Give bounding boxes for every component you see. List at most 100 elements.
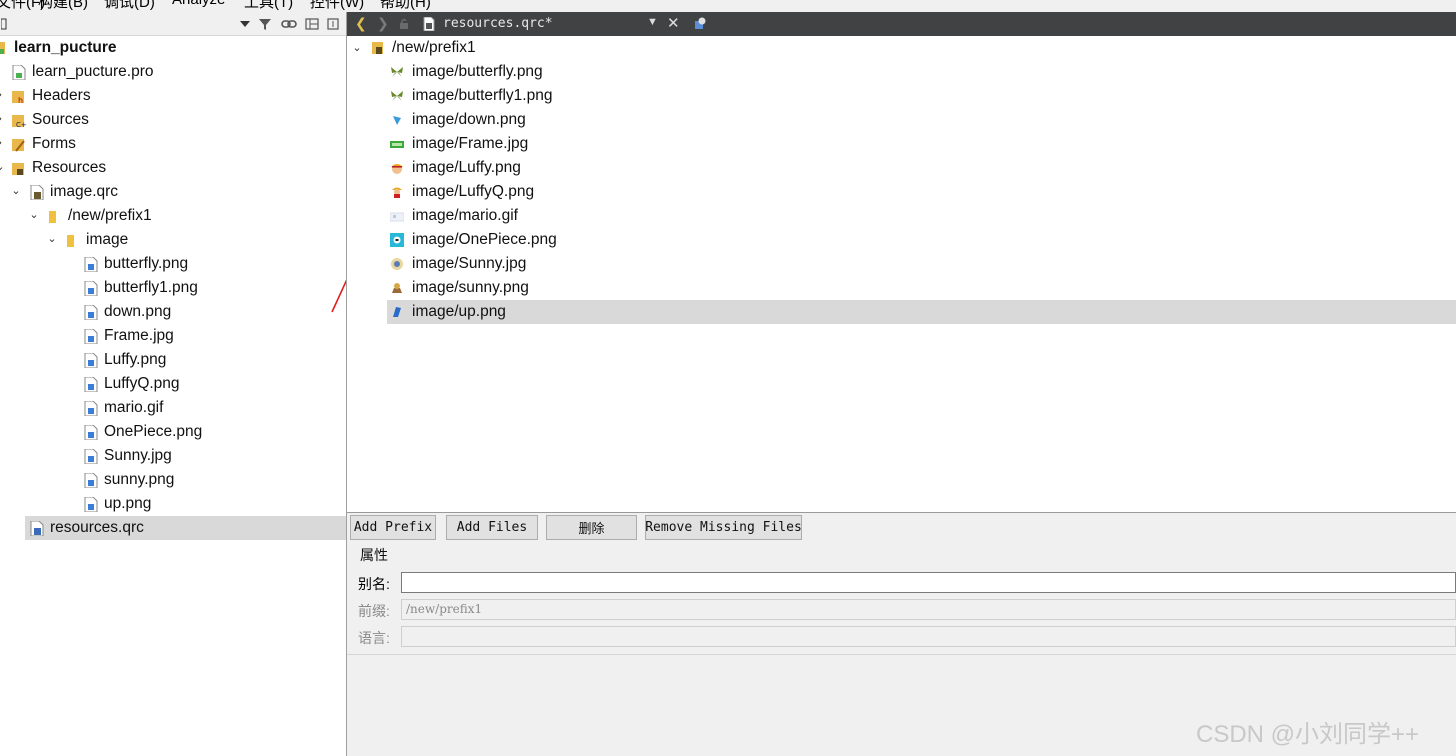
sunny-thumbnail-icon bbox=[390, 281, 404, 295]
close-icon[interactable]: ✕ bbox=[667, 14, 680, 32]
dropdown-icon[interactable]: ▼ bbox=[647, 16, 658, 28]
expand-arrow-icon[interactable]: › bbox=[0, 89, 6, 101]
menu-bar: 文件(F) 构建(B) 调试(D) Analyze 工具(T) 控件(W) 帮助… bbox=[0, 0, 1456, 12]
tree-item-file[interactable]: butterfly1.png bbox=[0, 276, 346, 300]
expand-arrow-icon[interactable]: › bbox=[0, 137, 6, 149]
tree-item-label: OnePiece.png bbox=[104, 423, 203, 440]
project-pane-toolbar bbox=[0, 12, 346, 36]
pane-menu-icon[interactable] bbox=[0, 16, 8, 32]
tree-item-file[interactable]: down.png bbox=[0, 300, 346, 324]
collapse-arrow-icon[interactable]: ⌄ bbox=[10, 185, 22, 197]
headers-folder-icon: h bbox=[12, 89, 26, 105]
tree-item-pro-file[interactable]: learn_pucture.pro bbox=[0, 60, 346, 84]
tree-item-file[interactable]: up.png bbox=[0, 492, 346, 516]
remove-missing-files-button[interactable]: Remove Missing Files bbox=[645, 515, 802, 540]
tree-item-image-qrc[interactable]: ⌄ image.qrc bbox=[0, 180, 346, 204]
resource-file-label: image/Frame.jpg bbox=[412, 135, 529, 152]
menu-analyze[interactable]: Analyze bbox=[172, 0, 225, 8]
resource-file-label: image/OnePiece.png bbox=[412, 231, 557, 248]
tree-item-file[interactable]: butterfly.png bbox=[0, 252, 346, 276]
sources-folder-icon: C+ bbox=[12, 113, 27, 129]
add-files-button[interactable]: Add Files bbox=[446, 515, 538, 540]
collapse-arrow-icon[interactable]: ⌄ bbox=[351, 41, 363, 54]
svg-text:h: h bbox=[18, 96, 23, 104]
resource-file-row[interactable]: image/LuffyQ.png bbox=[347, 180, 1456, 204]
resource-file-row-selected[interactable]: image/up.png bbox=[387, 300, 1456, 324]
tree-item-resources[interactable]: ⌄ Resources bbox=[0, 156, 346, 180]
resource-file-row[interactable]: image/Sunny.jpg bbox=[347, 252, 1456, 276]
editor-toolbar: ❮ ❯ resources.qrc* ▼ ✕ bbox=[347, 12, 1456, 36]
project-tree[interactable]: learn_pucture learn_pucture.pro › h Head… bbox=[0, 36, 346, 756]
tree-item-image-folder[interactable]: ⌄ image bbox=[0, 228, 346, 252]
resource-file-row[interactable]: image/butterfly.png bbox=[347, 60, 1456, 84]
menu-widgets[interactable]: 控件(W) bbox=[310, 0, 364, 12]
tree-item-label: mario.gif bbox=[104, 399, 164, 416]
image-file-icon bbox=[84, 352, 98, 369]
tree-item-file[interactable]: Luffy.png bbox=[0, 348, 346, 372]
resource-file-row[interactable]: image/butterfly1.png bbox=[347, 84, 1456, 108]
tree-item-file[interactable]: mario.gif bbox=[0, 396, 346, 420]
tree-item-prefix[interactable]: ⌄ /new/prefix1 bbox=[0, 204, 346, 228]
resource-prefix-label: /new/prefix1 bbox=[392, 39, 476, 56]
split-icon[interactable] bbox=[304, 16, 320, 32]
tree-item-headers[interactable]: › h Headers bbox=[0, 84, 346, 108]
butterfly-thumbnail-icon bbox=[390, 65, 404, 79]
menu-tools[interactable]: 工具(T) bbox=[244, 0, 293, 12]
watermark: CSDN @小刘同学++ bbox=[1196, 721, 1420, 748]
tree-item-label: image bbox=[86, 231, 129, 248]
resource-file-row[interactable]: image/mario.gif bbox=[347, 204, 1456, 228]
resources-folder-icon bbox=[12, 161, 26, 176]
prefix-input[interactable]: /new/prefix1 bbox=[401, 599, 1456, 620]
tree-item-file[interactable]: sunny.png bbox=[0, 468, 346, 492]
resource-tree[interactable]: ⌄ /new/prefix1 image/butterfly.png image… bbox=[347, 36, 1456, 512]
delete-button[interactable]: 删除 bbox=[546, 515, 637, 540]
image-file-icon bbox=[84, 376, 98, 393]
resource-file-row[interactable]: image/Luffy.png bbox=[347, 156, 1456, 180]
alias-input[interactable] bbox=[401, 572, 1456, 593]
back-arrow-icon[interactable]: ❮ bbox=[355, 15, 367, 32]
qrc-file-icon bbox=[30, 184, 44, 201]
tree-item-label: image.qrc bbox=[50, 183, 119, 200]
close-pane-icon[interactable] bbox=[326, 16, 340, 32]
tree-item-file[interactable]: OnePiece.png bbox=[0, 420, 346, 444]
tree-item-file[interactable]: LuffyQ.png bbox=[0, 372, 346, 396]
resource-file-label: image/down.png bbox=[412, 111, 526, 128]
tree-item-file[interactable]: Frame.jpg bbox=[0, 324, 346, 348]
resource-file-row[interactable]: image/Frame.jpg bbox=[347, 132, 1456, 156]
add-prefix-button[interactable]: Add Prefix bbox=[350, 515, 436, 540]
tree-item-label: Sunny.jpg bbox=[104, 447, 172, 464]
tree-item-label: LuffyQ.png bbox=[104, 375, 180, 392]
menu-build[interactable]: 构建(B) bbox=[38, 0, 88, 12]
tree-item-label: down.png bbox=[104, 303, 172, 320]
menu-help[interactable]: 帮助(H) bbox=[380, 0, 431, 12]
down-thumbnail-icon bbox=[390, 113, 404, 127]
image-file-icon bbox=[84, 256, 98, 273]
resource-file-row[interactable]: image/OnePiece.png bbox=[347, 228, 1456, 252]
image-file-icon bbox=[84, 448, 98, 465]
resource-file-label: image/LuffyQ.png bbox=[412, 183, 535, 200]
tree-item-label: butterfly1.png bbox=[104, 279, 198, 296]
resource-file-row[interactable]: image/sunny.png bbox=[347, 276, 1456, 300]
menu-debug[interactable]: 调试(D) bbox=[104, 0, 155, 12]
resource-file-label: image/Sunny.jpg bbox=[412, 255, 527, 272]
language-input[interactable] bbox=[401, 626, 1456, 647]
tree-item-file[interactable]: Sunny.jpg bbox=[0, 444, 346, 468]
tree-item-project[interactable]: learn_pucture bbox=[0, 36, 346, 60]
split-view-icon[interactable] bbox=[693, 16, 707, 33]
tree-item-label: Resources bbox=[32, 159, 107, 176]
tree-item-forms[interactable]: › Forms bbox=[0, 132, 346, 156]
expand-arrow-icon[interactable]: › bbox=[0, 113, 6, 125]
forward-arrow-icon[interactable]: ❯ bbox=[377, 15, 389, 32]
prefix-label: 前缀: bbox=[358, 603, 390, 619]
collapse-arrow-icon[interactable]: ⌄ bbox=[28, 209, 40, 221]
tree-item-resources-qrc[interactable]: resources.qrc bbox=[25, 516, 346, 540]
collapse-arrow-icon[interactable]: ⌄ bbox=[0, 161, 6, 173]
resource-prefix-row[interactable]: ⌄ /new/prefix1 bbox=[347, 36, 1456, 60]
qt-project-icon bbox=[0, 41, 10, 56]
collapse-arrow-icon[interactable]: ⌄ bbox=[46, 233, 58, 245]
tree-item-sources[interactable]: › C+ Sources bbox=[0, 108, 346, 132]
resource-file-row[interactable]: image/down.png bbox=[347, 108, 1456, 132]
filter-icon[interactable] bbox=[256, 16, 274, 32]
link-icon[interactable] bbox=[280, 16, 298, 32]
view-dropdown-icon[interactable] bbox=[238, 16, 252, 32]
